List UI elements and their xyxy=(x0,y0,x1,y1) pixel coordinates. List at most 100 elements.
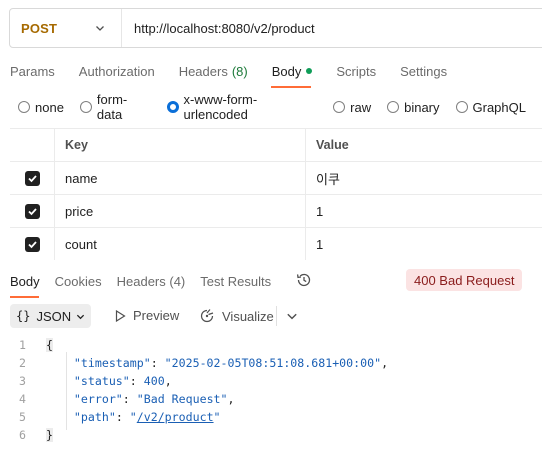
url-input[interactable] xyxy=(134,20,514,36)
checkmark-icon xyxy=(27,207,37,215)
value-column-header: Value xyxy=(316,138,349,152)
chevron-down-icon xyxy=(77,314,85,319)
resp-active-tab-underline xyxy=(10,296,39,298)
value-cell[interactable]: 1 xyxy=(306,228,542,260)
tab-label: Headers xyxy=(178,63,228,79)
resp-tab-cookies[interactable]: Cookies xyxy=(55,274,102,289)
radio-label: form-data xyxy=(96,92,128,122)
headers-count: (8) xyxy=(231,63,248,79)
key-cell[interactable]: name xyxy=(55,162,306,194)
tab-params[interactable]: Params xyxy=(10,62,55,80)
table-row: name 이쿠 xyxy=(10,161,542,194)
value-cell[interactable]: 1 xyxy=(306,195,542,227)
line-number: 2 xyxy=(19,356,26,370)
line-number: 4 xyxy=(19,392,26,406)
open-brace: { xyxy=(46,338,53,352)
visualize-icon xyxy=(200,309,214,323)
line-number: 6 xyxy=(19,428,26,442)
tab-headers[interactable]: Headers (8) xyxy=(179,62,248,80)
code-text: "error": "Bad Request", xyxy=(73,392,235,406)
radio-icon xyxy=(333,101,346,113)
radio-icon xyxy=(18,101,30,113)
row-check-cell xyxy=(10,162,55,194)
json-key: "path" xyxy=(73,410,116,424)
json-path-link[interactable]: /v2/product xyxy=(137,410,214,424)
code-line: 5 "path": "/v2/product" xyxy=(0,408,542,426)
close-brace: } xyxy=(46,428,53,442)
tab-label: Settings xyxy=(400,63,448,79)
checkmark-icon xyxy=(27,174,37,182)
body-type-urlencoded[interactable]: x-www-form-urlencoded xyxy=(166,92,318,122)
key-cell[interactable]: count xyxy=(55,228,306,260)
tab-label: Headers xyxy=(116,273,166,289)
value-cell[interactable]: 이쿠 xyxy=(306,162,542,194)
visualize-button[interactable]: Visualize xyxy=(199,308,274,324)
code-line: 6 } xyxy=(0,426,542,444)
json-string: "Bad Request" xyxy=(136,392,228,406)
body-type-binary[interactable]: binary xyxy=(387,99,440,115)
response-body-viewer[interactable]: 1 { 2 "timestamp": "2025-02-05T08:51:08.… xyxy=(0,336,542,444)
resp-headers-count: (4) xyxy=(169,273,186,289)
header-check-cell xyxy=(10,129,55,161)
json-string: "2025-02-05T08:51:08.681+00:00" xyxy=(164,356,382,370)
tab-settings[interactable]: Settings xyxy=(400,62,447,80)
toolbar-divider xyxy=(276,306,277,326)
body-type-form-data[interactable]: form-data xyxy=(79,92,151,122)
checkbox[interactable] xyxy=(24,203,40,219)
radio-icon xyxy=(387,101,400,113)
resp-tab-body[interactable]: Body xyxy=(10,274,40,289)
radio-icon xyxy=(455,101,468,113)
body-type-raw[interactable]: raw xyxy=(333,100,371,115)
code-line: 4 "error": "Bad Request", xyxy=(0,390,542,408)
body-type-none[interactable]: none xyxy=(18,100,64,115)
radio-checked-icon xyxy=(166,101,179,113)
method-select[interactable]: POST xyxy=(10,9,122,47)
request-url-bar: POST xyxy=(9,8,542,48)
radio-label: raw xyxy=(350,99,372,115)
json-key: "timestamp" xyxy=(73,356,151,370)
radio-label: binary xyxy=(404,99,440,115)
key-cell[interactable]: price xyxy=(55,195,306,227)
table-row: count 1 xyxy=(10,227,542,260)
status-badge: 400 Bad Request xyxy=(406,269,523,291)
line-number: 5 xyxy=(19,410,26,424)
play-icon xyxy=(115,309,126,322)
line-number: 3 xyxy=(19,374,26,388)
resp-tab-test-results[interactable]: Test Results xyxy=(200,274,271,289)
row-check-cell xyxy=(10,228,55,260)
tab-authorization[interactable]: Authorization xyxy=(79,62,155,80)
code-line: 3 "status": 400, xyxy=(0,372,542,390)
tab-scripts[interactable]: Scripts xyxy=(336,62,376,80)
checkbox[interactable] xyxy=(24,170,40,186)
json-key: "error" xyxy=(73,392,123,406)
format-select[interactable]: {} JSON xyxy=(10,304,92,328)
tab-label: Scripts xyxy=(336,63,377,79)
tab-label: Body xyxy=(271,63,302,79)
resp-tab-headers[interactable]: Headers (4) xyxy=(117,274,186,289)
code-text: "path": "/v2/product" xyxy=(73,410,221,424)
body-type-graphql[interactable]: GraphQL xyxy=(455,99,526,115)
chevron-down-icon[interactable] xyxy=(286,310,298,322)
checkbox[interactable] xyxy=(24,236,40,252)
row-check-cell xyxy=(10,195,55,227)
radio-label: GraphQL xyxy=(472,99,526,115)
chevron-down-icon xyxy=(96,26,104,31)
request-tabs: Params Authorization Headers (8) Body Scr… xyxy=(10,62,471,84)
json-key: "status" xyxy=(73,374,130,388)
history-icon[interactable] xyxy=(295,271,313,289)
radio-label: none xyxy=(35,99,64,115)
code-text: "status": 400, xyxy=(73,374,172,388)
tab-label: Params xyxy=(10,63,55,79)
body-type-options: none form-data x-www-form-urlencoded raw… xyxy=(18,92,542,122)
preview-button[interactable]: Preview xyxy=(115,308,179,323)
active-tab-underline xyxy=(271,86,311,88)
tab-body[interactable]: Body xyxy=(272,62,313,80)
body-indicator-dot xyxy=(306,68,313,74)
params-table: Key Value name 이쿠 price 1 count 1 xyxy=(10,128,542,260)
visualize-label: Visualize xyxy=(222,308,274,324)
preview-label: Preview xyxy=(133,308,180,323)
table-row: price 1 xyxy=(10,194,542,227)
braces-icon: {} xyxy=(16,309,31,323)
key-column-header: Key xyxy=(55,129,306,161)
table-header-row: Key Value xyxy=(10,128,542,161)
